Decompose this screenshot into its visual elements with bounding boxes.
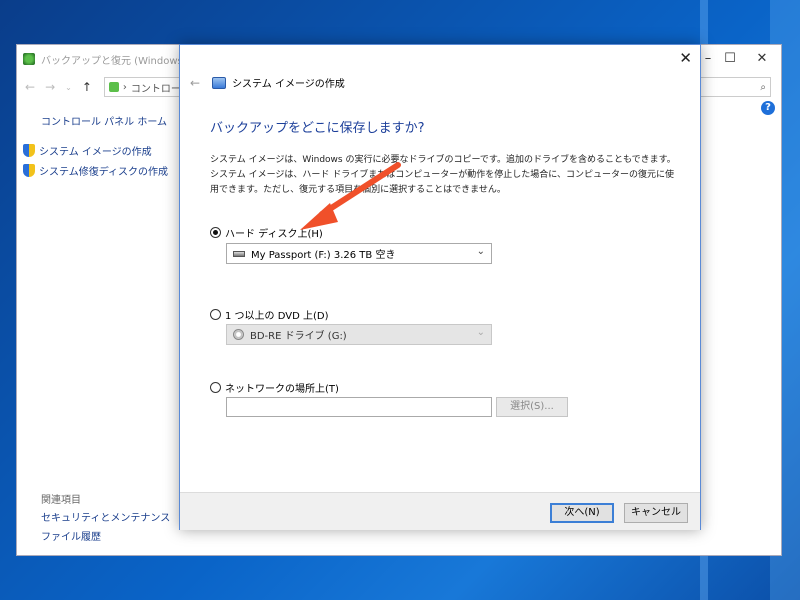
annotation-arrow-icon [300,162,401,230]
arrow-shaft [319,162,401,217]
